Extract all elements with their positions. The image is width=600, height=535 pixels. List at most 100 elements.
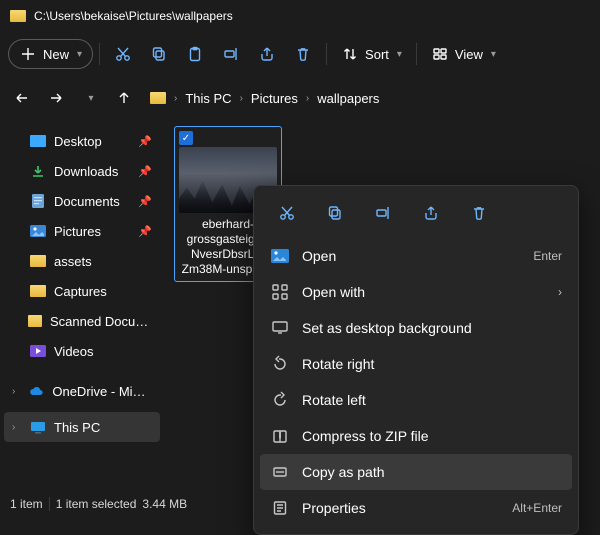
sidebar-item-desktop[interactable]: Desktop📌 [4, 126, 160, 156]
sidebar-item-documents[interactable]: Documents📌 [4, 186, 160, 216]
chevron-right-icon: › [174, 93, 177, 104]
accel: Enter [533, 249, 562, 263]
monitor-icon [270, 319, 290, 337]
crumb-this-pc[interactable]: This PC [185, 91, 231, 106]
view-icon [431, 45, 449, 63]
sort-button[interactable]: Sort ▾ [333, 37, 410, 71]
delete-button[interactable] [286, 37, 320, 71]
ctx-copy-as-path[interactable]: Copy as path [260, 454, 572, 490]
cloud-icon [28, 383, 44, 399]
view-button[interactable]: View ▾ [423, 37, 504, 71]
ctx-delete-button[interactable] [458, 196, 500, 230]
forward-button[interactable] [42, 84, 70, 112]
copy-icon [150, 45, 168, 63]
desktop-icon [30, 133, 46, 149]
context-menu: OpenEnter Open with› Set as desktop back… [253, 185, 579, 535]
chevron-right-icon: › [558, 285, 562, 299]
pin-icon: 📌 [138, 135, 152, 148]
ctx-open-with[interactable]: Open with› [260, 274, 572, 310]
ctx-copy-button[interactable] [314, 196, 356, 230]
ctx-set-background[interactable]: Set as desktop background [260, 310, 572, 346]
sidebar-item-thispc[interactable]: ›This PC [4, 412, 160, 442]
crumb-wallpapers[interactable]: wallpapers [317, 91, 379, 106]
scissors-icon [114, 45, 132, 63]
sidebar: Desktop📌 Downloads📌 Documents📌 Pictures📌… [0, 120, 164, 448]
folder-icon [150, 92, 166, 104]
status-count: 1 item [10, 497, 43, 511]
sidebar-item-captures[interactable]: Captures [4, 276, 160, 306]
ctx-rename-button[interactable] [362, 196, 404, 230]
recent-button[interactable]: ▾ [76, 84, 104, 112]
sidebar-item-videos[interactable]: Videos [4, 336, 160, 366]
open-icon [270, 249, 290, 263]
cut-button[interactable] [106, 37, 140, 71]
status-size: 3.44 MB [142, 497, 187, 511]
ctx-open[interactable]: OpenEnter [260, 238, 572, 274]
folder-icon [10, 10, 26, 22]
sidebar-item-assets[interactable]: assets [4, 246, 160, 276]
rename-icon [222, 45, 240, 63]
status-selected: 1 item selected [56, 497, 137, 511]
selected-check-icon[interactable]: ✓ [179, 131, 193, 145]
address-bar[interactable]: › This PC › Pictures › wallpapers [144, 91, 379, 106]
scissors-icon [278, 204, 296, 222]
sidebar-item-onedrive[interactable]: ›OneDrive - Microsoft [4, 376, 160, 406]
sidebar-item-pictures[interactable]: Pictures📌 [4, 216, 160, 246]
titlebar[interactable]: C:\Users\bekaise\Pictures\wallpapers [0, 0, 600, 32]
separator [49, 497, 50, 511]
toolbar: New ▾ Sort ▾ View ▾ [0, 32, 600, 76]
rename-icon [374, 204, 392, 222]
expand-icon[interactable]: › [12, 422, 22, 433]
sidebar-item-scanned[interactable]: Scanned Documents [4, 306, 160, 336]
open-with-icon [270, 283, 290, 301]
expand-icon[interactable]: › [12, 386, 20, 397]
plus-icon [19, 45, 37, 63]
ctx-rotate-left[interactable]: Rotate left [260, 382, 572, 418]
ctx-properties[interactable]: PropertiesAlt+Enter [260, 490, 572, 526]
nav-row: ▾ › This PC › Pictures › wallpapers [0, 76, 600, 120]
chevron-right-icon: › [306, 93, 309, 104]
back-button[interactable] [8, 84, 36, 112]
documents-icon [30, 193, 46, 209]
copy-button[interactable] [142, 37, 176, 71]
pin-icon: 📌 [138, 165, 152, 178]
share-button[interactable] [250, 37, 284, 71]
ctx-share-button[interactable] [410, 196, 452, 230]
ctx-cut-button[interactable] [266, 196, 308, 230]
monitor-icon [30, 419, 46, 435]
properties-icon [270, 499, 290, 517]
new-button[interactable]: New ▾ [8, 39, 93, 69]
crumb-pictures[interactable]: Pictures [251, 91, 298, 106]
download-icon [30, 163, 46, 179]
trash-icon [294, 45, 312, 63]
pin-icon: 📌 [138, 225, 152, 238]
context-toolbar [260, 192, 572, 238]
ctx-zip[interactable]: Compress to ZIP file [260, 418, 572, 454]
rotate-left-icon [270, 391, 290, 409]
separator [99, 43, 100, 65]
videos-icon [30, 343, 46, 359]
pin-icon: 📌 [138, 195, 152, 208]
share-icon [258, 45, 276, 63]
chevron-down-icon: ▾ [77, 49, 82, 60]
copy-icon [326, 204, 344, 222]
path-icon [270, 463, 290, 481]
separator [326, 43, 327, 65]
rename-button[interactable] [214, 37, 248, 71]
accel: Alt+Enter [512, 501, 562, 515]
paste-button[interactable] [178, 37, 212, 71]
up-button[interactable] [110, 84, 138, 112]
sidebar-item-downloads[interactable]: Downloads📌 [4, 156, 160, 186]
rotate-right-icon [270, 355, 290, 373]
separator [416, 43, 417, 65]
title-path: C:\Users\bekaise\Pictures\wallpapers [34, 9, 233, 23]
pictures-icon [30, 223, 46, 239]
ctx-rotate-right[interactable]: Rotate right [260, 346, 572, 382]
folder-icon [30, 285, 46, 297]
chevron-right-icon: › [240, 93, 243, 104]
trash-icon [470, 204, 488, 222]
share-icon [422, 204, 440, 222]
chevron-down-icon: ▾ [491, 49, 496, 60]
folder-icon [28, 315, 42, 327]
clipboard-icon [186, 45, 204, 63]
